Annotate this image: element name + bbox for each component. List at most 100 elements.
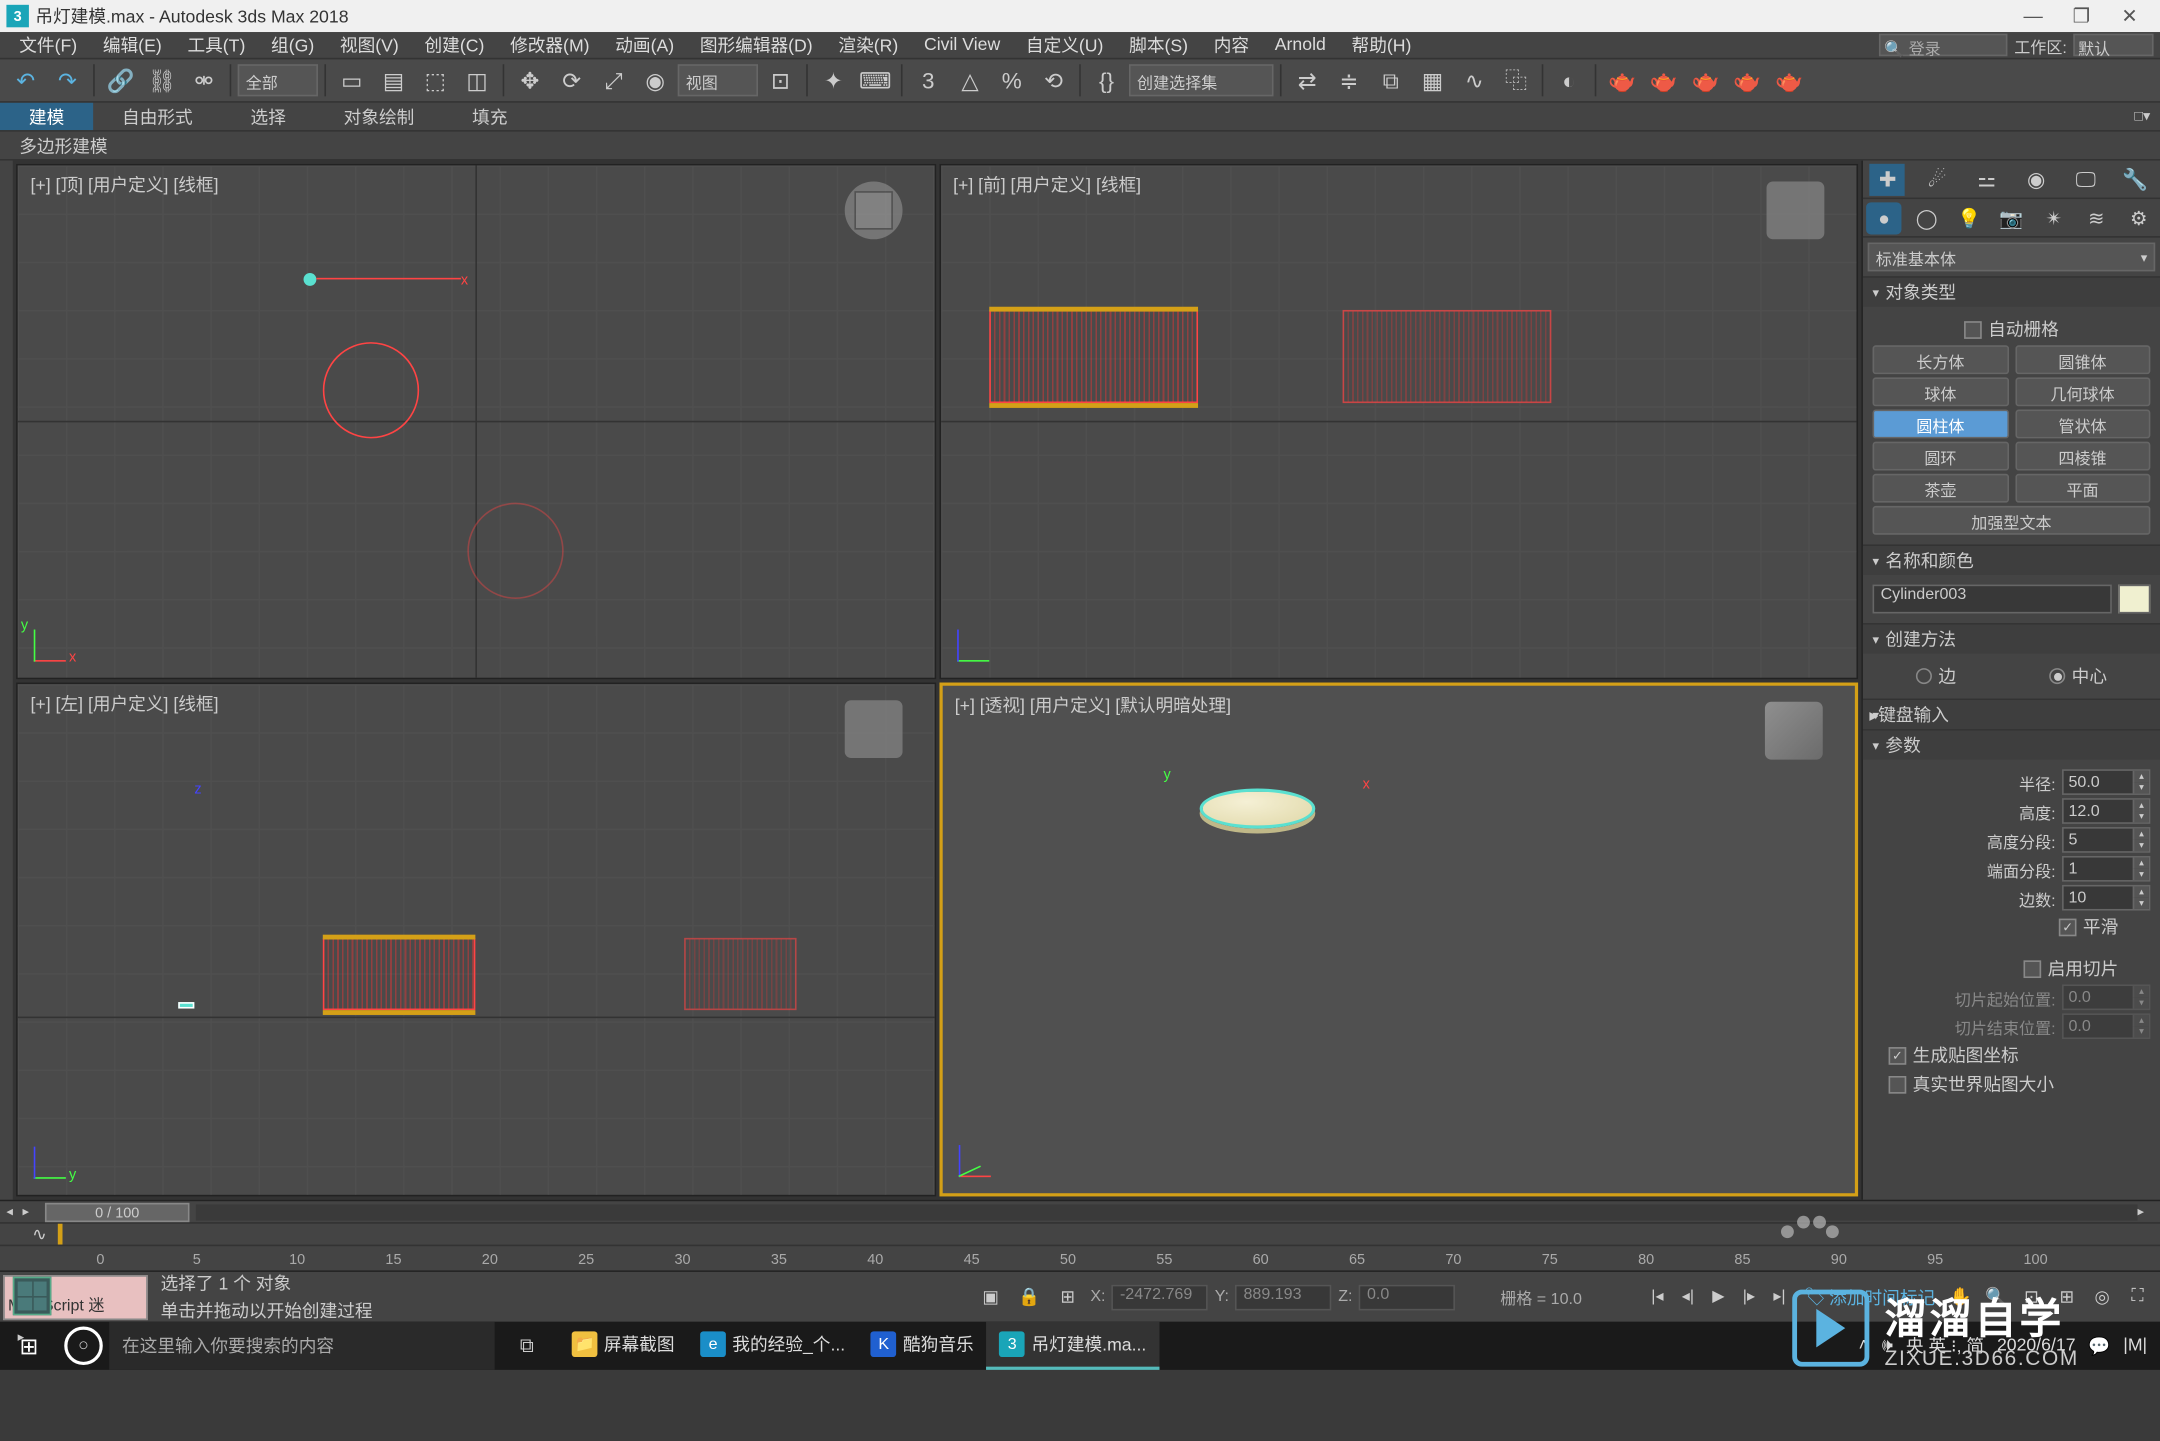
torus-button[interactable]: 圆环 [1873,442,2009,471]
box-button[interactable]: 长方体 [1873,345,2009,374]
align-button[interactable]: ≑ [1330,61,1369,100]
link-button[interactable]: 🔗 [101,61,140,100]
object-name-input[interactable]: Cylinder003 [1873,585,2112,614]
select-button[interactable]: ▭ [332,61,371,100]
genuv-checkbox[interactable]: ✓ [1889,1046,1907,1064]
viewport-left[interactable]: [+] [左] [用户定义] [线框] z y [16,682,935,1197]
toggle-ribbon-button[interactable]: ▦ [1413,61,1452,100]
viewcube[interactable] [844,699,902,757]
lights-subtab[interactable]: 💡 [1951,202,1986,234]
ribbon-tab-populate[interactable]: 填充 [443,103,536,130]
menu-arnold[interactable]: Arnold [1262,35,1339,54]
taskbar-app[interactable]: 📁 屏幕截图 [559,1322,687,1370]
coord-display-button[interactable]: ⊞ [1052,1281,1084,1313]
rollout-create-method[interactable]: 创建方法 [1863,625,2160,654]
time-track[interactable] [196,1204,2138,1220]
object-color-swatch[interactable] [2118,585,2150,614]
pyramid-button[interactable]: 四棱锥 [2015,442,2151,471]
hierarchy-tab[interactable]: ⚍ [1969,163,2004,195]
y-coord[interactable]: 889.193 [1235,1284,1331,1310]
scale-button[interactable]: ⤢ [594,61,633,100]
window-crossing-button[interactable]: ◫ [458,61,497,100]
cylinder-button[interactable]: 圆柱体 [1873,410,2009,439]
utilities-tab[interactable]: 🔧 [2118,163,2153,195]
menu-create[interactable]: 创建(C) [412,32,498,58]
viewport-layout-button[interactable] [13,1277,52,1316]
subribbon-polymodel[interactable]: 多边形建模 [13,132,114,158]
time-handle[interactable]: 0 / 100 [45,1202,190,1221]
ime-status[interactable]: 央 英 ⁝, 简 [1906,1333,1984,1359]
select-name-button[interactable]: ▤ [374,61,413,100]
viewcube[interactable] [844,181,902,239]
fov-button[interactable]: ⊡ [2015,1281,2047,1313]
radius-spinner[interactable]: 50.0▴▾ [2062,769,2150,795]
rollout-object-type[interactable]: 对象类型 [1863,278,2160,307]
ribbon-collapse-button[interactable]: □▾ [2131,105,2153,127]
teapot-button[interactable]: 茶壶 [1873,474,2009,503]
viewcube[interactable] [1767,181,1825,239]
cameras-subtab[interactable]: 📷 [1994,202,2029,234]
menu-edit[interactable]: 编辑(E) [90,32,175,58]
viewport-front[interactable]: [+] [前] [用户定义] [线框] [939,164,1858,679]
menu-content[interactable]: 内容 [1201,32,1262,58]
system-tray[interactable]: ˄ 🕪 央 英 ⁝, 简 2020/6/17 💬 |M| [1846,1333,2160,1359]
ribbon-tab-selection[interactable]: 选择 [222,103,315,130]
zoom-button[interactable]: 🔍 [1980,1281,2012,1313]
pivot-button[interactable]: ⊡ [761,61,800,100]
prev-frame-button[interactable]: ◂ [6,1204,22,1220]
maximize-vp-button[interactable]: ⛶ [2121,1281,2153,1313]
time-tag[interactable]: 🏷 添加时间标记 [1794,1284,1945,1310]
viewport-perspective[interactable]: [+] [透视] [用户定义] [默认明暗处理] y x [939,682,1858,1197]
viewcube[interactable] [1765,701,1823,759]
workspace-dropdown[interactable]: 默认 [2073,34,2153,56]
menu-civil[interactable]: Civil View [911,35,1013,54]
input-indicator[interactable]: |M| [2123,1336,2147,1355]
tray-volume-icon[interactable]: 🕪 [1882,1335,1893,1356]
taskbar-search[interactable]: 在这里输入你要搜索的内容 [109,1322,494,1370]
keyboard-shortcut-button[interactable]: ⌨ [856,61,895,100]
viewport-label[interactable]: [+] [左] [用户定义] [线框] [31,690,219,716]
select-rect-button[interactable]: ⬚ [416,61,455,100]
viewport-label[interactable]: [+] [前] [用户定义] [线框] [953,172,1141,198]
menu-modifiers[interactable]: 修改器(M) [497,32,602,58]
next-frame-button[interactable]: ▸ [22,1204,38,1220]
minimize-button[interactable]: — [2009,0,2057,32]
center-radio[interactable] [2049,668,2065,684]
display-tab[interactable]: 🖵 [2068,163,2103,195]
unlink-button[interactable]: ⛓ [143,61,182,100]
layer-button[interactable]: ⧉ [1371,61,1410,100]
render-button[interactable]: 🫖 [1686,61,1725,100]
next-key-button[interactable]: |▸ [1734,1282,1763,1311]
angle-snap-button[interactable]: △ [951,61,990,100]
ribbon-tab-objpaint[interactable]: 对象绘制 [315,103,443,130]
edit-selection-set-button[interactable]: {} [1087,61,1126,100]
srub-right-button[interactable]: ▸ [2138,1204,2154,1220]
cap-seg-spinner[interactable]: 1▴▾ [2062,856,2150,882]
textplus-button[interactable]: 加强型文本 [1873,506,2151,535]
menu-script[interactable]: 脚本(S) [1116,32,1201,58]
rotate-button[interactable]: ⟳ [552,61,591,100]
manipulate-button[interactable]: ✦ [814,61,853,100]
percent-snap-button[interactable]: % [992,61,1031,100]
render-iterative-button[interactable]: 🫖 [1728,61,1767,100]
viewport-label[interactable]: [+] [透视] [用户定义] [默认明暗处理] [955,691,1231,717]
curve-editor-button[interactable]: ∿ [1455,61,1494,100]
taskbar-app[interactable]: K 酷狗音乐 [858,1322,986,1370]
ribbon-tab-freeform[interactable]: 自由形式 [93,103,221,130]
height-seg-spinner[interactable]: 5▴▾ [2062,827,2150,853]
prev-key-button[interactable]: ◂| [1673,1282,1702,1311]
menu-group[interactable]: 组(G) [258,32,327,58]
ref-coord-dropdown[interactable]: 视图 [678,64,758,96]
cone-button[interactable]: 圆锥体 [2015,345,2151,374]
autogrid-checkbox[interactable] [1964,320,1982,338]
menu-file[interactable]: 文件(F) [6,32,90,58]
z-coord[interactable]: 0.0 [1359,1284,1455,1310]
selection-filter[interactable]: 全部 [238,64,318,96]
slice-checkbox[interactable] [2023,960,2041,978]
redo-button[interactable]: ↷ [48,61,87,100]
menu-animation[interactable]: 动画(A) [602,32,687,58]
render-cloud-button[interactable]: 🫖 [1770,61,1809,100]
category-dropdown[interactable]: 标准基本体 [1868,242,2155,271]
create-tab[interactable]: ✚ [1870,163,1905,195]
curve-icon[interactable]: ∿ [32,1225,58,1244]
